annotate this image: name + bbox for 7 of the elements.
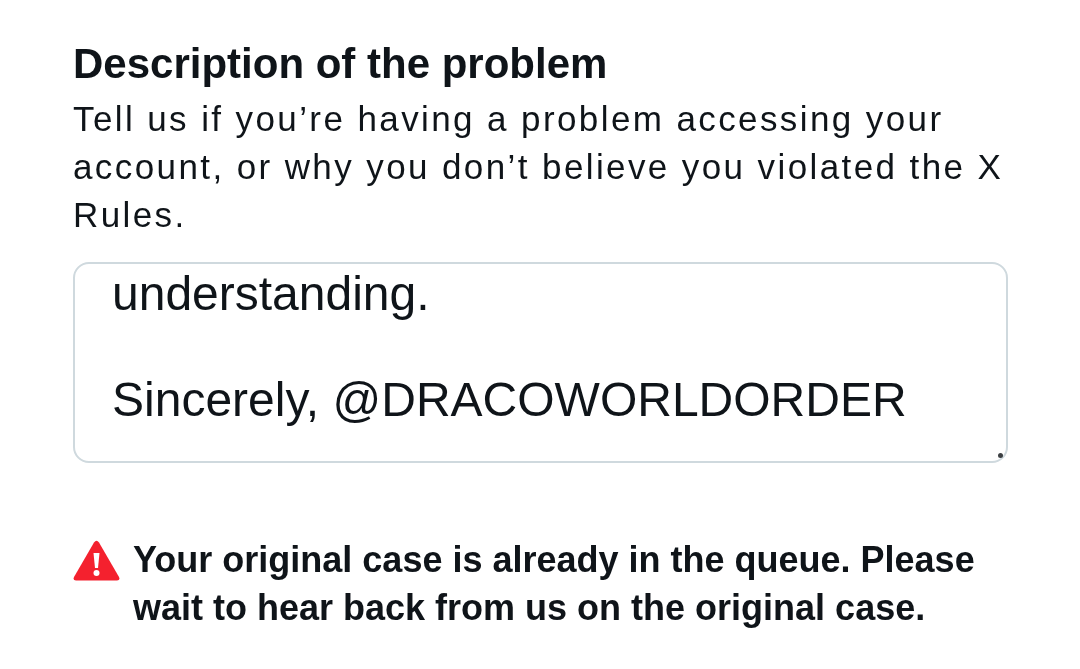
section-title: Description of the problem [73, 40, 609, 88]
text-line: Sincerely, @DRACOWORLDORDER [112, 372, 908, 428]
text-line: understanding. [112, 266, 431, 322]
section-description: Tell us if you’re having a problem accessing your account, or why you don’t believe you violated the X Rules. [73, 98, 1005, 236]
message-text-area[interactable]: understanding. Sincerely, @DRACOWORLDORDER [73, 262, 1008, 463]
alert-message: Your original case is already in the queue. Please wait to hear back from us on the original case. [133, 538, 976, 630]
resize-grip-icon[interactable] [998, 453, 1003, 458]
